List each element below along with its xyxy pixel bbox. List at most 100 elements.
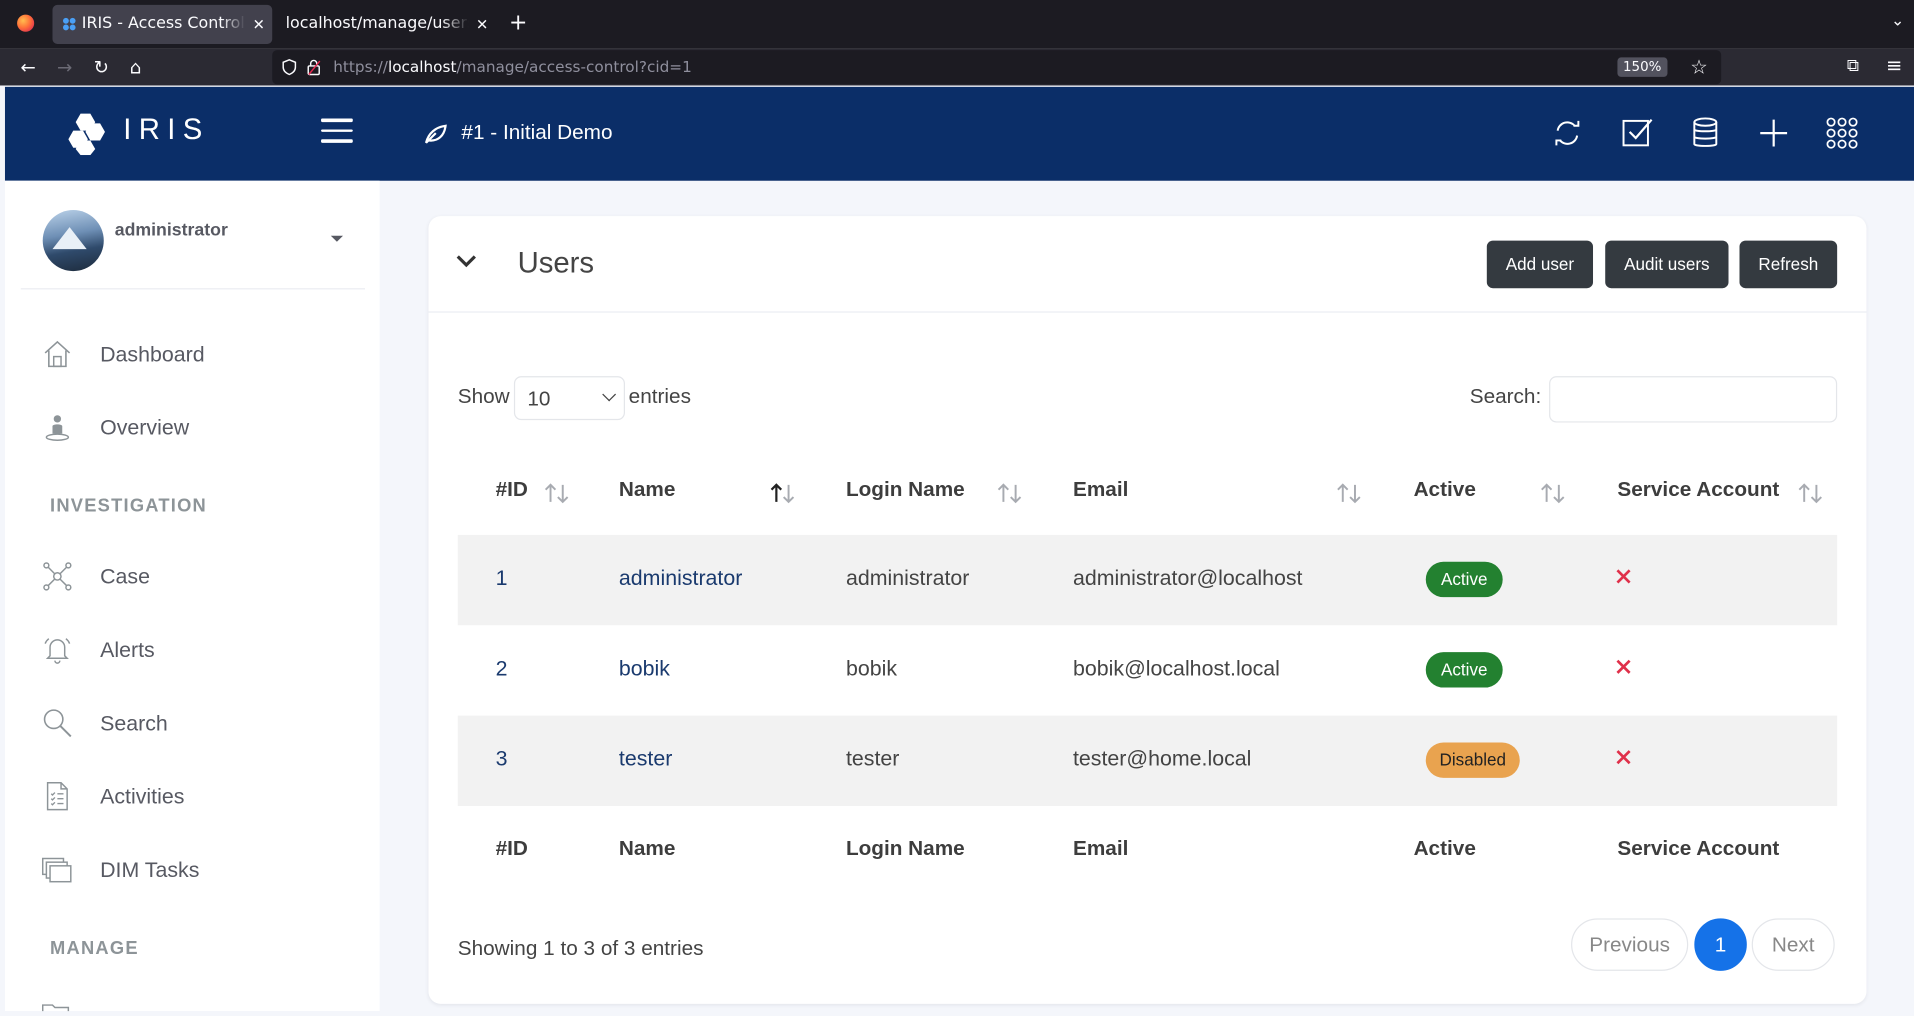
status-badge: Disabled	[1425, 742, 1520, 778]
refresh-icon[interactable]	[1549, 116, 1586, 150]
url-bar[interactable]: https://localhost/manage/access-control?…	[272, 50, 1722, 85]
new-tab-icon[interactable]: +	[509, 10, 527, 36]
table-row: 3 tester tester tester@home.local Disabl…	[457, 715, 1838, 806]
user-name-link[interactable]: tester	[619, 746, 672, 772]
users-card: Users Add user Audit users Refresh Show …	[428, 216, 1867, 1004]
folder-icon	[41, 1004, 70, 1012]
user-id-link[interactable]: 1	[496, 565, 508, 591]
iris-app: IRIS #1 - Initial Demo administrator Das…	[4, 86, 1914, 1012]
bell-icon	[44, 638, 71, 664]
case-title[interactable]: #1 - Initial Demo	[461, 121, 612, 145]
pagination-page-1[interactable]: 1	[1694, 918, 1747, 971]
card-header: Users Add user Audit users Refresh	[428, 216, 1867, 313]
pagination-previous[interactable]: Previous	[1571, 918, 1689, 971]
section-title-investigation: INVESTIGATION	[50, 495, 207, 517]
reload-icon[interactable]: ↻	[89, 55, 113, 79]
plus-icon[interactable]	[1755, 116, 1792, 150]
sidebar-item-label: Dashboard	[100, 341, 205, 367]
page-size-select[interactable]: 10	[513, 376, 625, 421]
sidebar-item-label: Case	[100, 564, 150, 589]
sidebar-item-label: Activities	[100, 784, 185, 809]
close-tab-icon[interactable]: ✕	[253, 5, 265, 44]
caret-down-icon[interactable]	[330, 235, 344, 242]
chevron-down-icon	[602, 387, 617, 402]
sidebar-item-alerts[interactable]: Alerts	[42, 624, 359, 673]
iris-logo-icon[interactable]	[68, 111, 117, 156]
login-name-cell: administrator	[845, 565, 970, 590]
back-icon[interactable]: ←	[16, 55, 40, 79]
user-name-link[interactable]: bobik	[619, 656, 670, 682]
sidebar-item-dim-tasks[interactable]: DIM Tasks	[41, 844, 359, 893]
collapse-chevron-icon[interactable]	[455, 253, 477, 270]
extensions-icon[interactable]: ⧉	[1847, 56, 1859, 76]
sidebar-item-dashboard[interactable]: Dashboard	[42, 329, 359, 378]
forward-icon[interactable]: →	[52, 55, 76, 79]
status-badge: Active	[1425, 652, 1503, 688]
tab-title: localhost/manage/users/deactivate	[285, 14, 469, 33]
hamburger-menu-icon[interactable]	[321, 118, 353, 145]
sidebar-item-overview[interactable]: Overview	[42, 402, 359, 451]
refresh-button[interactable]: Refresh	[1739, 240, 1838, 289]
audit-users-button[interactable]: Audit users	[1605, 240, 1729, 289]
zoom-level[interactable]: 150%	[1616, 57, 1668, 77]
firefox-icon[interactable]	[17, 14, 35, 32]
sidebar-item-activities[interactable]: Activities	[42, 771, 359, 820]
close-tab-icon[interactable]: ✕	[476, 5, 488, 44]
dim-tasks-icon	[41, 857, 72, 883]
tab-users-deactivate[interactable]: localhost/manage/users/deactivate ✕	[276, 5, 496, 44]
search-input[interactable]	[1549, 376, 1838, 423]
tab-access-control[interactable]: IRIS - Access Control | #1 - Initial Dem…	[52, 4, 273, 44]
user-name-link[interactable]: administrator	[619, 565, 742, 591]
activities-icon	[46, 782, 68, 811]
apps-grid-icon[interactable]	[1824, 116, 1861, 150]
iris-favicon-icon	[62, 17, 76, 31]
table-row: 2 bobik bobik bobik@localhost.local Acti…	[458, 625, 1837, 715]
app-menu-icon[interactable]: ≡	[1886, 54, 1902, 77]
sidebar-item-label: DIM Tasks	[100, 857, 200, 882]
card-title: Users	[517, 246, 595, 280]
status-badge: Active	[1425, 561, 1503, 598]
bookmark-star-icon[interactable]: ☆	[1690, 55, 1708, 78]
section-title-manage: MANAGE	[50, 937, 139, 959]
sidebar-item-case[interactable]: Case	[42, 551, 359, 600]
lock-icon[interactable]	[306, 59, 321, 76]
sort-icon	[1337, 483, 1361, 504]
user-id-link[interactable]: 3	[496, 746, 508, 772]
footer-header-service-account: Service Account	[1617, 836, 1780, 860]
login-name-cell: bobik	[845, 655, 898, 681]
sidebar-username[interactable]: administrator	[115, 221, 228, 241]
show-label: Show	[457, 384, 510, 408]
browser-nav-bar: ← → ↻ ⌂ https://localhost/manage/access-…	[0, 48, 1914, 86]
table-info: Showing 1 to 3 of 3 entries	[457, 936, 704, 960]
footer-header-email: Email	[1072, 836, 1129, 860]
top-header: IRIS #1 - Initial Demo	[4, 86, 1914, 181]
search-icon	[43, 709, 72, 738]
sort-ascending-icon	[770, 483, 795, 504]
search-label: Search:	[1469, 384, 1542, 408]
url-text: https://localhost/manage/access-control?…	[333, 57, 692, 76]
cross-icon	[1616, 750, 1631, 765]
pagination-next[interactable]: Next	[1751, 918, 1835, 971]
sidebar-item-label: Alerts	[100, 637, 155, 662]
sidebar-item-search[interactable]: Search	[42, 697, 359, 746]
footer-header-login-name: Login Name	[845, 836, 965, 860]
user-id-link[interactable]: 2	[496, 656, 508, 682]
sidebar-divider	[20, 288, 365, 290]
list-all-tabs-icon[interactable]: ⌄	[1891, 12, 1904, 30]
home-icon[interactable]: ⌂	[123, 55, 147, 79]
browser-tab-strip: IRIS - Access Control | #1 - Initial Dem…	[0, 0, 1914, 49]
database-icon[interactable]	[1687, 116, 1724, 150]
logo-text[interactable]: IRIS	[123, 114, 209, 148]
sort-icon	[1541, 483, 1565, 504]
sidebar: administrator Dashboard Overview INVESTI…	[4, 180, 380, 1012]
tracking-shield-icon[interactable]	[282, 59, 297, 76]
tasks-check-icon[interactable]	[1619, 116, 1656, 150]
sort-icon	[1798, 483, 1822, 504]
footer-header-id: #ID	[495, 836, 528, 860]
case-network-icon	[43, 562, 72, 591]
avatar[interactable]	[42, 210, 104, 272]
add-user-button[interactable]: Add user	[1486, 240, 1594, 289]
sidebar-item-label: Search	[100, 710, 168, 736]
overview-icon	[45, 415, 70, 441]
entries-label: entries	[628, 384, 691, 408]
